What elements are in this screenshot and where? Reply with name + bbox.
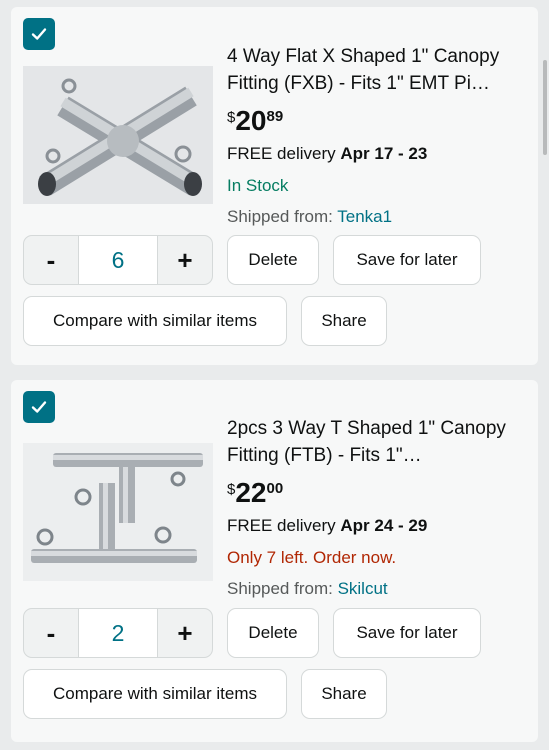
item-details: 2pcs 3 Way T Shaped 1" Canopy Fitting (F… xyxy=(227,415,524,601)
compare-similar-button[interactable]: Compare with similar items xyxy=(23,296,287,346)
item-select-checkbox[interactable] xyxy=(23,391,55,423)
quantity-stepper: - 2 + xyxy=(23,608,213,658)
seller-link[interactable]: Skilcut xyxy=(338,579,388,598)
delete-button[interactable]: Delete xyxy=(227,235,319,285)
delete-button[interactable]: Delete xyxy=(227,608,319,658)
delivery-label: FREE delivery xyxy=(227,144,341,163)
stock-status: Only 7 left. Order now. xyxy=(227,548,397,567)
decrement-button[interactable]: - xyxy=(24,236,78,284)
cart-item: 2pcs 3 Way T Shaped 1" Canopy Fitting (F… xyxy=(11,380,538,742)
checkmark-icon xyxy=(31,28,47,40)
increment-button[interactable]: + xyxy=(158,236,212,284)
item-select-checkbox[interactable] xyxy=(23,18,55,50)
price-whole: 22 xyxy=(235,477,267,508)
item-details: 4 Way Flat X Shaped 1" Canopy Fitting (F… xyxy=(227,43,524,229)
decrement-button[interactable]: - xyxy=(24,609,78,657)
price-fraction: 00 xyxy=(266,480,284,497)
item-title[interactable]: 2pcs 3 Way T Shaped 1" Canopy Fitting (F… xyxy=(227,415,524,469)
delivery-info: FREE delivery Apr 24 - 29 xyxy=(227,514,524,538)
seller-link[interactable]: Tenka1 xyxy=(337,207,392,226)
item-price: $ 22 00 xyxy=(227,477,524,511)
increment-button[interactable]: + xyxy=(158,609,212,657)
shipped-from: Shipped from: Tenka1 xyxy=(227,205,524,229)
delivery-dates: Apr 17 - 23 xyxy=(340,144,428,163)
item-title[interactable]: 4 Way Flat X Shaped 1" Canopy Fitting (F… xyxy=(227,43,524,97)
compare-similar-button[interactable]: Compare with similar items xyxy=(23,669,287,719)
product-image[interactable] xyxy=(23,443,213,581)
cart-page: 4 Way Flat X Shaped 1" Canopy Fitting (F… xyxy=(0,0,549,750)
stock-status: In Stock xyxy=(227,176,289,195)
checkmark-icon xyxy=(31,401,47,413)
price-fraction: 89 xyxy=(266,108,284,125)
share-button[interactable]: Share xyxy=(301,296,387,346)
delivery-label: FREE delivery xyxy=(227,516,341,535)
price-whole: 20 xyxy=(235,105,267,136)
delivery-info: FREE delivery Apr 17 - 23 xyxy=(227,142,524,166)
quantity-stepper: - 6 + xyxy=(23,235,213,285)
price-currency: $ xyxy=(227,109,236,126)
save-for-later-button[interactable]: Save for later xyxy=(333,608,481,658)
quantity-value[interactable]: 6 xyxy=(78,236,158,284)
shipped-from-label: Shipped from: xyxy=(227,579,338,598)
share-button[interactable]: Share xyxy=(301,669,387,719)
save-for-later-button[interactable]: Save for later xyxy=(333,235,481,285)
t-shaped-fitting-image xyxy=(23,443,213,581)
price-currency: $ xyxy=(227,481,236,498)
cart-item: 4 Way Flat X Shaped 1" Canopy Fitting (F… xyxy=(11,7,538,365)
shipped-from: Shipped from: Skilcut xyxy=(227,577,524,601)
shipped-from-label: Shipped from: xyxy=(227,207,338,226)
scrollbar[interactable] xyxy=(543,60,547,155)
product-image[interactable] xyxy=(23,66,213,204)
x-shaped-fitting-image xyxy=(23,66,213,204)
quantity-value[interactable]: 2 xyxy=(78,609,158,657)
delivery-dates: Apr 24 - 29 xyxy=(340,516,428,535)
item-price: $ 20 89 xyxy=(227,105,524,139)
